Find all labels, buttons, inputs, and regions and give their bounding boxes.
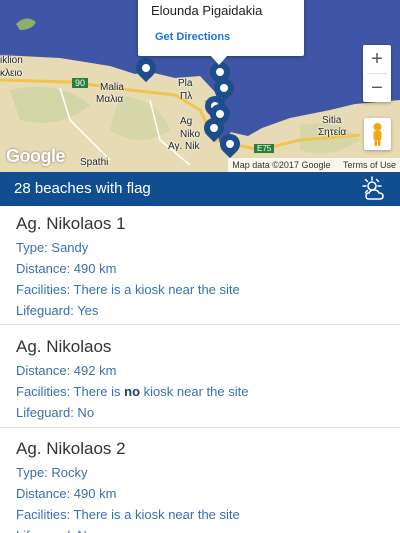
get-directions-link[interactable]: Get Directions xyxy=(155,31,230,43)
map-view[interactable]: iklion κλειο 90 Malia Μαλια Pla Πλ Ag Ni… xyxy=(0,0,400,172)
beach-lifeguard: Lifeguard: Yes xyxy=(16,303,99,318)
beach-distance: Distance: 490 km xyxy=(16,486,117,501)
beach-name: Ag. Nikolaos 2 xyxy=(16,439,126,458)
results-header: 28 beaches with flag xyxy=(0,172,400,206)
map-attribution: Map data ©2017 Google Terms of Use xyxy=(228,158,400,172)
map-data-credit: Map data ©2017 Google xyxy=(232,160,331,170)
street-view-pegman[interactable] xyxy=(364,118,391,150)
facilities-negation: no xyxy=(124,384,141,399)
beach-type: Type: Sandy xyxy=(16,240,89,255)
map-label-iraklion-greek: κλειο xyxy=(0,68,23,79)
beach-list-item[interactable]: Ag. Nikolaos 2 Type: Rocky Distance: 490… xyxy=(0,428,400,533)
facilities-text-end: kiosk near the site xyxy=(140,384,249,399)
beach-name: Ag. Nikolaos 1 xyxy=(16,214,126,233)
beach-lifeguard: Lifeguard: No xyxy=(16,525,400,533)
terms-of-use-link[interactable]: Terms of Use xyxy=(343,160,396,170)
facilities-text-start: Facilities: There is xyxy=(16,384,125,399)
map-label-malia-greek: Μαλια xyxy=(96,94,124,105)
beach-name: Ag. Nikolaos xyxy=(16,337,112,356)
map-label-malia: Malia xyxy=(100,82,124,93)
beach-list-item[interactable]: Ag. Nikolaos Distance: 492 km Facilities… xyxy=(0,325,400,428)
road-shield-e75: E75 xyxy=(254,144,275,153)
map-label-sitia-greek: Σητεία xyxy=(318,127,347,138)
map-label-sitia: Sitia xyxy=(322,115,342,126)
beach-facilities: Facilities: There is a kiosk near the si… xyxy=(16,507,240,522)
beach-list: Ag. Nikolaos 1 Type: Sandy Distance: 490… xyxy=(0,206,400,533)
map-label-ay-nik: Αγ. Nik xyxy=(168,141,200,152)
map-label-spathi: Spathi xyxy=(80,157,109,168)
map-label-pl: Πλ xyxy=(180,91,193,102)
zoom-in-button[interactable]: + xyxy=(363,45,391,73)
beach-lifeguard: Lifeguard: No xyxy=(16,405,95,420)
marker-info-window[interactable]: Elounda Pigaidakia Get Directions xyxy=(138,0,304,65)
pegman-icon xyxy=(373,123,382,146)
beach-count-title: 28 beaches with flag xyxy=(14,180,151,197)
map-label-ag: Ag xyxy=(180,116,193,127)
google-logo: Google xyxy=(6,146,66,166)
beach-facilities: Facilities: There is no kiosk near the s… xyxy=(16,381,400,402)
beach-type: Type: Rocky xyxy=(16,465,88,480)
info-window-title: Elounda Pigaidakia xyxy=(151,3,263,18)
road-shield-90: 90 xyxy=(72,78,89,88)
map-label-niko: Niko xyxy=(180,129,201,140)
beach-list-item[interactable]: Ag. Nikolaos 1 Type: Sandy Distance: 490… xyxy=(0,206,400,325)
beach-facilities: Facilities: There is a kiosk near the si… xyxy=(16,282,240,297)
beach-distance: Distance: 492 km xyxy=(16,363,117,378)
zoom-out-button[interactable]: − xyxy=(363,74,391,102)
map-label-iraklion: iklion xyxy=(0,55,23,66)
map-label-pla: Pla xyxy=(178,78,193,89)
zoom-controls: + − xyxy=(363,45,391,102)
weather-sun-cloud-icon[interactable] xyxy=(360,175,388,203)
beach-distance: Distance: 490 km xyxy=(16,261,117,276)
